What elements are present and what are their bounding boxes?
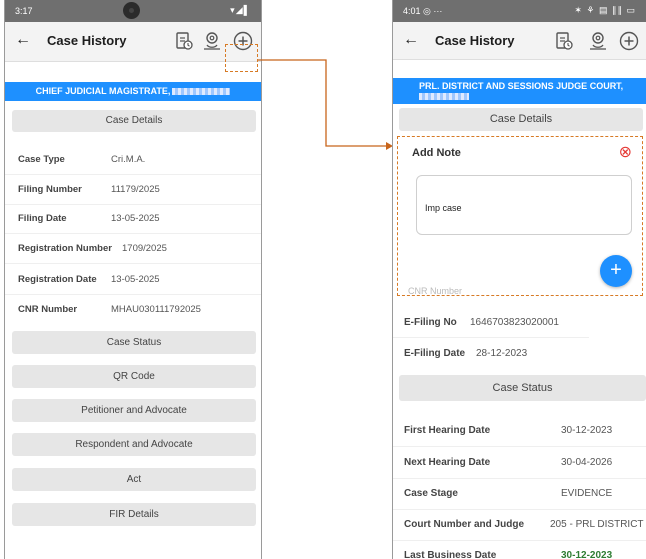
status-icons: ✶ ⚘ ▤ ∥∥ ▭ (574, 5, 636, 15)
court-name: PRL. DISTRICT AND SESSIONS JUDGE COURT, (419, 81, 624, 91)
efiling-label: E-Filing No (404, 317, 457, 328)
back-arrow-icon[interactable]: ← (403, 31, 419, 49)
detail-row: Case Type Cri.M.A. (18, 154, 253, 166)
detail-row: Registration Date 13-05-2025 (18, 274, 253, 286)
case-details-button[interactable]: Case Details (12, 110, 256, 132)
detail-label: Filing Number (18, 184, 82, 195)
status-row: Court Number and Judge 205 - PRL DISTRIC… (404, 519, 644, 532)
status-value: 30-12-2023 (561, 550, 613, 559)
petitioner-advocate-button[interactable]: Petitioner and Advocate (12, 399, 256, 422)
detail-value: 1709/2025 (122, 243, 167, 254)
detail-row: Filing Date 13-05-2025 (18, 213, 253, 225)
divider (5, 174, 261, 175)
app-bar: ← Case History (5, 22, 261, 62)
status-value: 205 - PRL DISTRICT (550, 519, 644, 530)
detail-value: MHAU030111792025 (111, 304, 201, 315)
status-label: First Hearing Date (404, 425, 491, 436)
divider (393, 337, 589, 338)
status-row: First Hearing Date 30-12-2023 (404, 425, 644, 438)
status-row: Next Hearing Date 30-04-2026 (404, 457, 644, 470)
status-row: Last Business Date 30-12-2023 (404, 550, 644, 559)
detail-label: Filing Date (18, 213, 67, 224)
add-note-title: Add Note (412, 147, 461, 159)
status-label: Case Stage (404, 488, 458, 499)
location-icon[interactable] (587, 30, 609, 52)
divider (5, 294, 261, 295)
detail-row: Registration Number 1709/2025 (18, 243, 253, 255)
act-button[interactable]: Act (12, 468, 256, 491)
status-label: Last Business Date (404, 550, 497, 559)
case-details-button[interactable]: Case Details (399, 108, 643, 131)
detail-label: Case Type (18, 154, 65, 165)
court-banner: CHIEF JUDICIAL MAGISTRATE, (5, 82, 261, 101)
detail-value: 13-05-2025 (111, 274, 160, 285)
document-icon[interactable] (553, 30, 575, 52)
detail-row: Filing Number 11179/2025 (18, 184, 253, 196)
right-screen: 4:01 ◎ ··· ✶ ⚘ ▤ ∥∥ ▭ ← Case History PRL… (392, 0, 646, 559)
efiling-value: 28-12-2023 (476, 348, 528, 359)
page-title: Case History (47, 33, 127, 48)
detail-value: Cri.M.A. (111, 154, 146, 165)
court-banner: PRL. DISTRICT AND SESSIONS JUDGE COURT, (393, 78, 646, 104)
status-label: Next Hearing Date (404, 457, 491, 468)
app-bar: ← Case History (393, 22, 646, 60)
status-bar: 4:01 ◎ ··· ✶ ⚘ ▤ ∥∥ ▭ (393, 0, 646, 22)
court-name: CHIEF JUDICIAL MAGISTRATE, (35, 86, 171, 96)
divider (393, 509, 646, 510)
respondent-advocate-button[interactable]: Respondent and Advocate (12, 433, 256, 456)
case-status-button[interactable]: Case Status (399, 375, 646, 401)
highlight-box (225, 44, 258, 72)
status-label: Court Number and Judge (404, 519, 525, 530)
add-circle-icon[interactable] (618, 30, 640, 52)
detail-label: CNR Number (18, 304, 78, 315)
detail-value: 13-05-2025 (111, 213, 160, 224)
left-screen: 3:17 ▾◢▌ ← Case History CHIEF JUDICIAL M… (4, 0, 262, 559)
divider (393, 478, 646, 479)
back-arrow-icon[interactable]: ← (15, 31, 31, 49)
divider (5, 233, 261, 234)
efiling-label: E-Filing Date (404, 348, 466, 359)
status-time: 4:01 ◎ ··· (403, 6, 443, 16)
case-status-button[interactable]: Case Status (12, 331, 256, 354)
redacted-text (172, 88, 231, 96)
divider (393, 540, 646, 541)
divider (5, 263, 261, 264)
note-input[interactable]: Imp case (416, 175, 632, 235)
efiling-row: E-Filing Date 28-12-2023 (404, 348, 639, 361)
page-title: Case History (435, 33, 515, 48)
efiling-row: E-Filing No 1646703823020001 (404, 317, 639, 330)
camera-cutout (123, 2, 140, 19)
add-note-dialog: Add Note ⊗ Imp case + CNR Number (397, 136, 643, 296)
note-text: Imp case (425, 203, 462, 213)
document-icon[interactable] (173, 30, 195, 52)
status-icons: ▾◢▌ (230, 5, 251, 15)
status-value: 30-04-2026 (561, 457, 613, 468)
efiling-value: 1646703823020001 (470, 317, 559, 328)
divider (393, 446, 646, 447)
status-row: Case Stage EVIDENCE (404, 488, 644, 501)
divider (5, 204, 261, 205)
status-bar: 3:17 ▾◢▌ (5, 0, 261, 22)
detail-label: Registration Date (18, 274, 97, 285)
detail-label: Registration Number (18, 243, 112, 254)
hidden-row-label: CNR Number (408, 286, 463, 296)
detail-row: CNR Number MHAU030111792025 (18, 304, 253, 316)
fir-details-button[interactable]: FIR Details (12, 503, 256, 526)
qr-code-button[interactable]: QR Code (12, 365, 256, 388)
close-icon[interactable]: ⊗ (619, 142, 632, 162)
redacted-text (419, 93, 469, 101)
add-note-fab[interactable]: + (600, 255, 632, 287)
status-value: EVIDENCE (561, 488, 613, 499)
status-value: 30-12-2023 (561, 425, 613, 436)
location-icon[interactable] (201, 30, 223, 52)
status-time: 3:17 (15, 6, 33, 16)
detail-value: 11179/2025 (111, 184, 160, 195)
